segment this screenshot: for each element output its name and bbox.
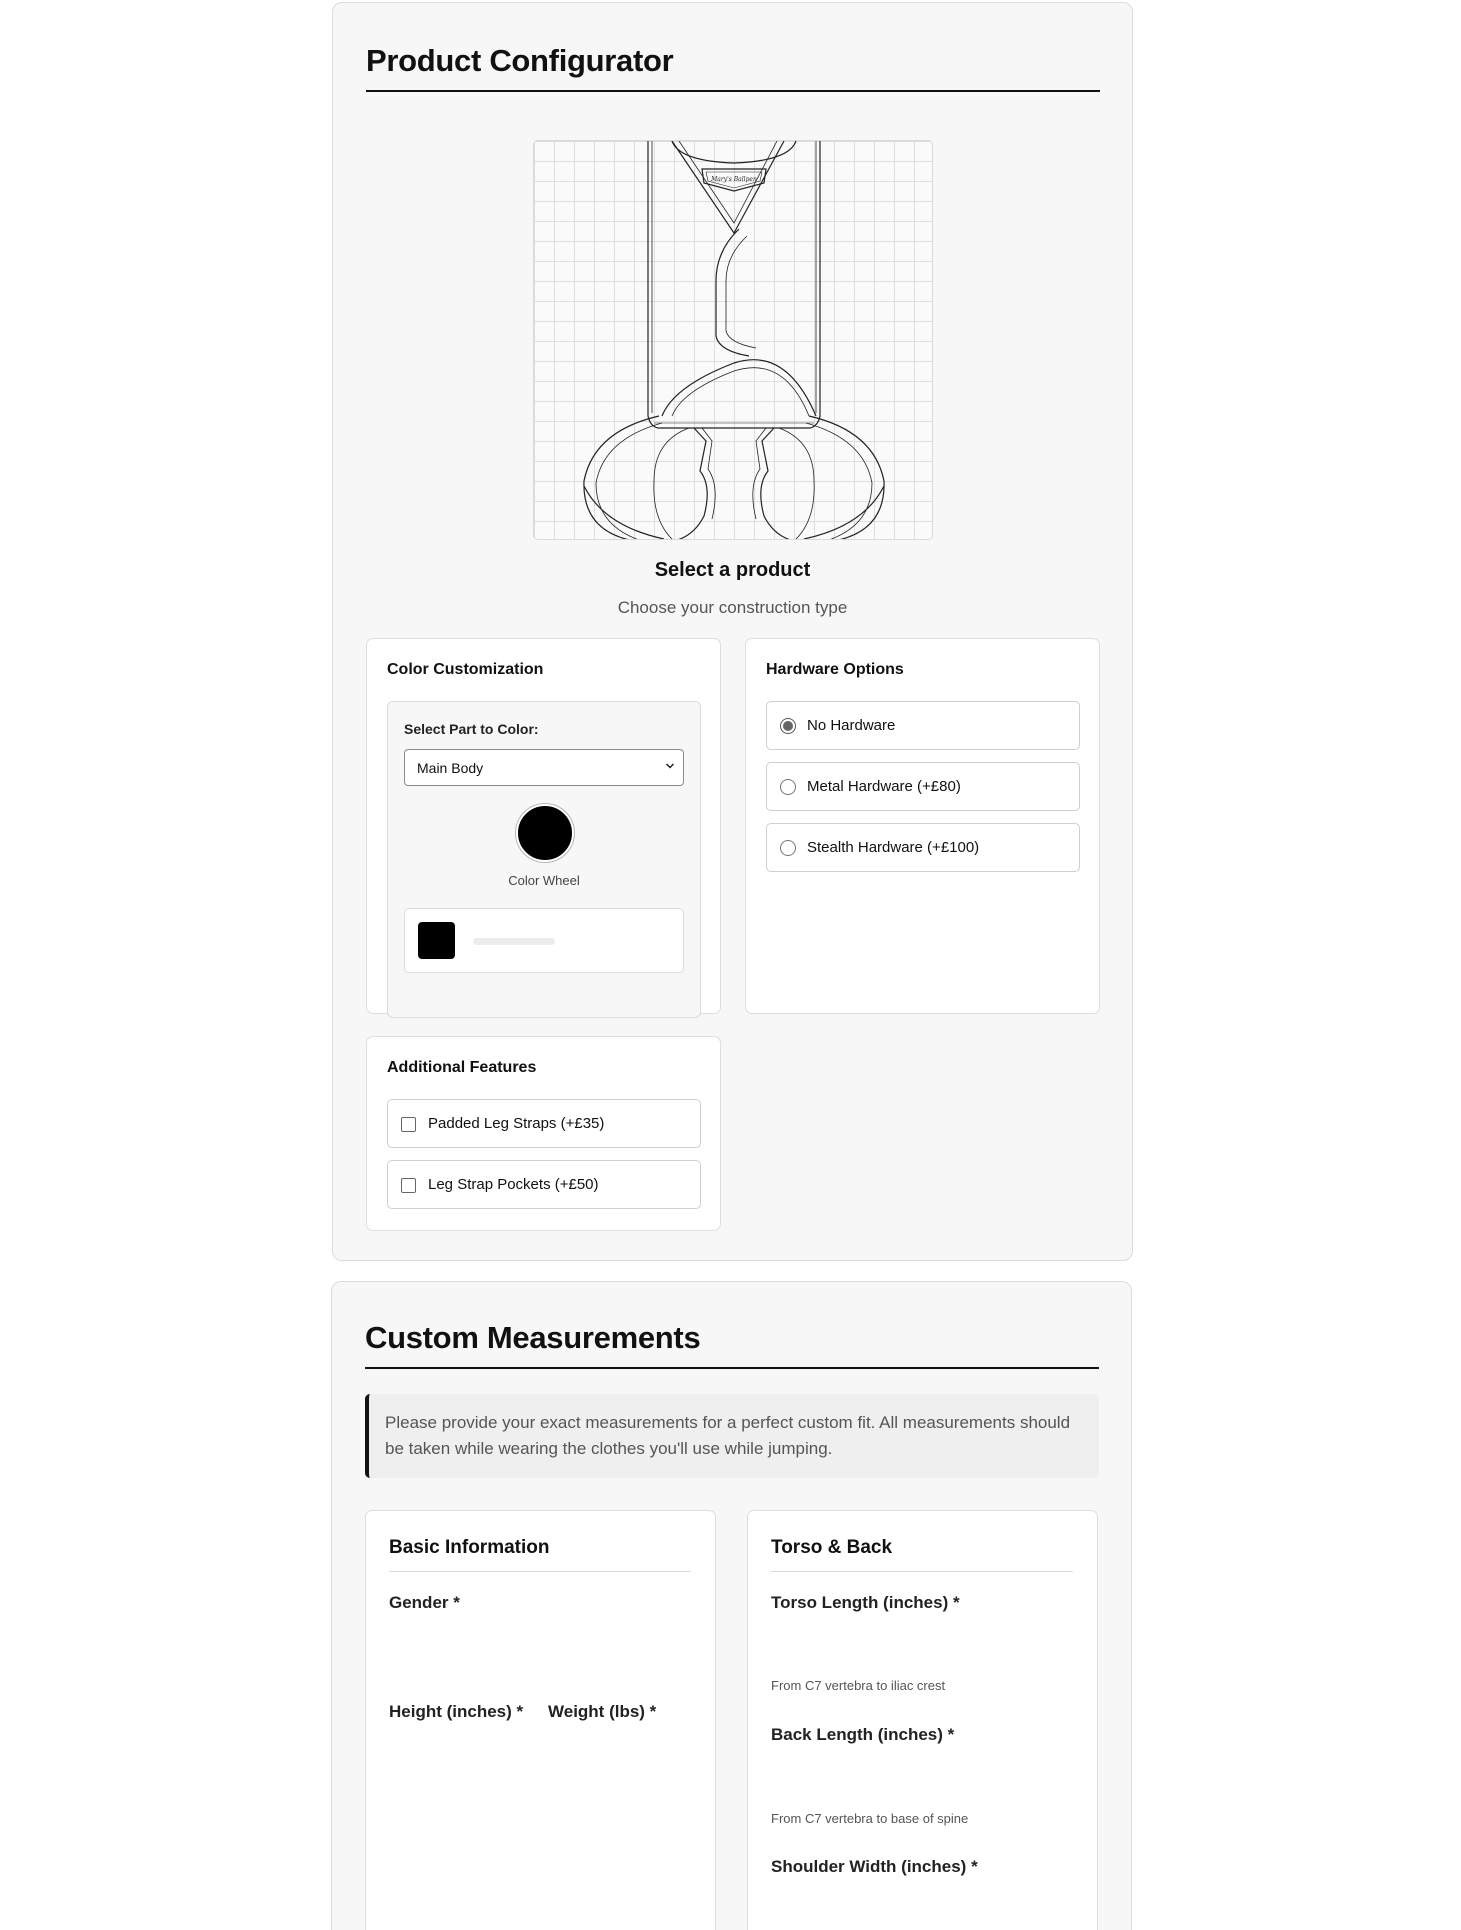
- torso-back-card: Torso & Back Torso Length (inches) * Fro…: [747, 1510, 1098, 1930]
- feature-leg-strap-pockets[interactable]: Leg Strap Pockets (+£50): [387, 1160, 701, 1209]
- part-select[interactable]: Main Body: [404, 749, 684, 786]
- hardware-card-title: Hardware Options: [766, 661, 904, 678]
- shoulder-width-label: Shoulder Width (inches) *: [771, 1857, 978, 1876]
- hardware-option-label: Stealth Hardware (+£100): [807, 839, 980, 856]
- hardware-option-label: No Hardware: [807, 717, 896, 734]
- basic-card-rule: [389, 1571, 691, 1572]
- svg-text:Mary's Ballpen: Mary's Ballpen: [710, 176, 757, 183]
- color-swatch[interactable]: [418, 922, 455, 959]
- back-length-hint: From C7 vertebra to base of spine: [771, 1811, 969, 1826]
- hardware-option-stealth[interactable]: Stealth Hardware (+£100): [766, 823, 1080, 872]
- select-part-label: Select Part to Color:: [404, 721, 539, 737]
- hardware-option-label: Metal Hardware (+£80): [807, 778, 961, 795]
- measurement-instructions: Please provide your exact measurements f…: [365, 1394, 1099, 1478]
- color-part-panel: Select Part to Color: Main Body Color Wh…: [387, 701, 701, 1018]
- height-label: Height (inches) *: [389, 1702, 524, 1721]
- features-card-title: Additional Features: [387, 1059, 537, 1076]
- gender-label: Gender *: [389, 1593, 460, 1612]
- radio-icon[interactable]: [780, 840, 796, 856]
- torso-length-hint: From C7 vertebra to iliac crest: [771, 1678, 946, 1693]
- measurements-title-rule: [365, 1367, 1099, 1369]
- product-configurator-panel: Product Configurator Mary's Ballpen Sele…: [332, 2, 1133, 1261]
- torso-card-rule: [771, 1571, 1073, 1572]
- chevron-down-icon: [665, 763, 675, 769]
- harness-sketch: Mary's Ballpen: [583, 141, 885, 539]
- hardware-option-metal[interactable]: Metal Hardware (+£80): [766, 762, 1080, 811]
- basic-card-title: Basic Information: [389, 1537, 550, 1558]
- basic-information-card: Basic Information Gender * Height (inche…: [365, 1510, 716, 1930]
- custom-measurements-panel: Custom Measurements Please provide your …: [331, 1281, 1132, 1930]
- hardware-option-none[interactable]: No Hardware: [766, 701, 1080, 750]
- color-value-placeholder: [473, 938, 555, 945]
- torso-card-title: Torso & Back: [771, 1537, 893, 1558]
- color-card-title: Color Customization: [387, 661, 544, 678]
- color-customization-card: Color Customization Select Part to Color…: [366, 638, 721, 1018]
- torso-length-label: Torso Length (inches) *: [771, 1593, 960, 1612]
- radio-icon[interactable]: [780, 779, 796, 795]
- product-title: Select a product: [654, 559, 811, 581]
- color-wheel[interactable]: [516, 804, 574, 862]
- configurator-title-rule: [366, 90, 1100, 92]
- part-select-value: Main Body: [417, 760, 484, 776]
- selected-color-box: [404, 908, 684, 973]
- checkbox-icon[interactable]: [401, 1117, 416, 1132]
- product-subtitle: Choose your construction type: [617, 598, 848, 617]
- feature-padded-leg-straps[interactable]: Padded Leg Straps (+£35): [387, 1099, 701, 1148]
- radio-selected-icon[interactable]: [780, 718, 796, 734]
- measurements-title: Custom Measurements: [365, 1320, 701, 1355]
- feature-label: Padded Leg Straps (+£35): [428, 1115, 605, 1132]
- product-preview: Mary's Ballpen: [533, 140, 933, 540]
- back-length-label: Back Length (inches) *: [771, 1725, 955, 1744]
- configurator-title: Product Configurator: [366, 43, 674, 78]
- hardware-options-card: Hardware Options No Hardware Metal Hardw…: [745, 638, 1100, 1014]
- checkbox-icon[interactable]: [401, 1178, 416, 1193]
- weight-label: Weight (lbs) *: [548, 1702, 657, 1721]
- color-wheel-label: Color Wheel: [508, 873, 580, 888]
- additional-features-card: Additional Features Padded Leg Straps (+…: [366, 1036, 721, 1231]
- feature-label: Leg Strap Pockets (+£50): [428, 1176, 599, 1193]
